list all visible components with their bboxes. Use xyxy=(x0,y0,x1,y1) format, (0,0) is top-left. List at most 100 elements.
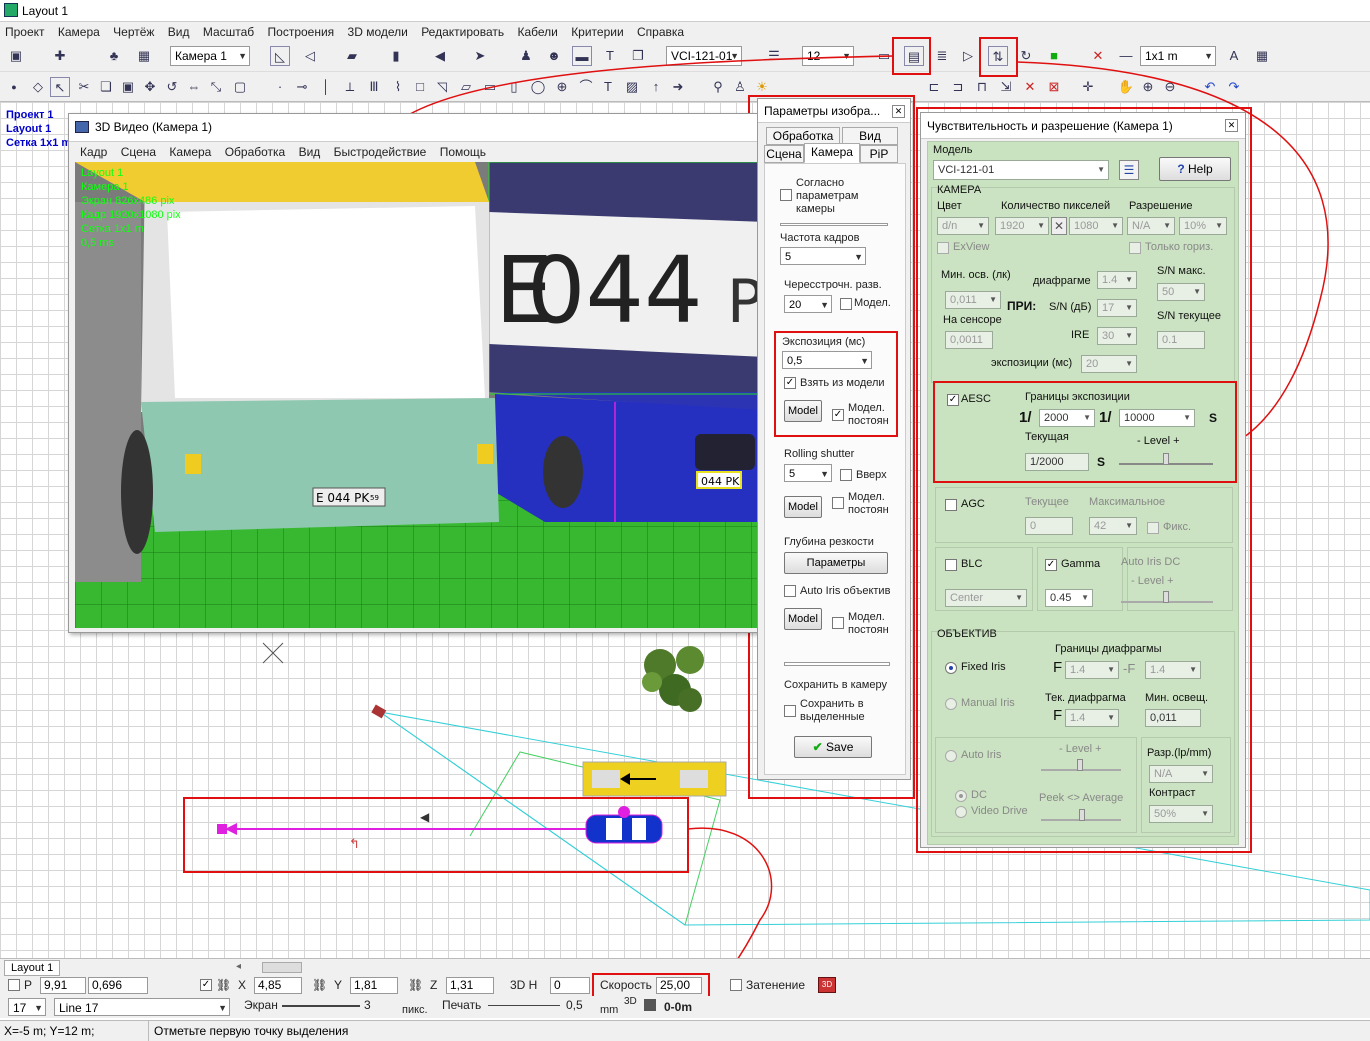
render-3d-icon[interactable]: 3D xyxy=(818,977,836,993)
help-button[interactable]: ? Help xyxy=(1159,157,1231,181)
fix-checkbox[interactable] xyxy=(1147,522,1159,534)
exp-max-select[interactable]: 10000 ▼ xyxy=(1119,409,1195,427)
horizontal-scrollbar[interactable] xyxy=(262,962,302,973)
aperture-select[interactable]: 1.4 ▼ xyxy=(1097,271,1137,289)
chain-icon[interactable]: ⛓ xyxy=(216,978,231,992)
ire-select[interactable]: 30 ▼ xyxy=(1097,327,1137,345)
video-menu-view[interactable]: Вид xyxy=(294,142,326,162)
dc-level-slider[interactable] xyxy=(1121,591,1213,603)
video-menu-help[interactable]: Помощь xyxy=(435,142,491,162)
manual-iris-radio[interactable] xyxy=(945,698,957,710)
gamma-checkbox[interactable]: ✓ xyxy=(1045,559,1057,571)
rolling-select[interactable]: 5 ▼ xyxy=(784,464,832,482)
h3d-input[interactable]: 0 xyxy=(550,977,590,994)
exposure-const-checkbox[interactable]: ✓ xyxy=(832,409,844,421)
model-select[interactable]: VCI-121-01 ▼ xyxy=(933,160,1109,180)
tab-camera[interactable]: Камера xyxy=(804,143,860,163)
sn-max-select[interactable]: 50 ▼ xyxy=(1157,283,1205,301)
rolling-model-button[interactable]: Model xyxy=(784,496,822,518)
render-viewport[interactable]: E 044 P 044 PK E 044 PK 59 Layout 1 Каме… xyxy=(75,162,765,628)
interlace-model-checkbox[interactable] xyxy=(840,298,852,310)
save-button[interactable]: ✔ Save xyxy=(794,736,872,758)
dof-params-button[interactable]: Параметры xyxy=(784,552,888,574)
camera-marker[interactable] xyxy=(371,704,387,719)
px-width-select[interactable]: 1920 ▼ xyxy=(995,217,1049,235)
contrast-select[interactable]: 50% ▼ xyxy=(1149,805,1213,823)
video-drive-radio[interactable] xyxy=(955,806,967,818)
sn-db-select[interactable]: 17 ▼ xyxy=(1097,299,1137,317)
car-rotate-handle[interactable] xyxy=(618,806,630,818)
slider-knob[interactable] xyxy=(1163,453,1169,465)
exp-select[interactable]: 20 ▼ xyxy=(1081,355,1137,373)
exp-min-select[interactable]: 2000 ▼ xyxy=(1039,409,1095,427)
tab-layout[interactable]: Layout 1 xyxy=(4,960,61,976)
min-illum-select[interactable]: 0,011 ▼ xyxy=(945,291,1001,309)
slider-knob[interactable] xyxy=(1077,759,1083,771)
chain-icon[interactable]: ⛓ xyxy=(408,978,423,992)
auto-iris-radio[interactable] xyxy=(945,750,957,762)
auto-iris-level-slider[interactable] xyxy=(1041,759,1121,771)
line-select[interactable]: Line 17 ▼ xyxy=(54,998,230,1016)
slider-knob[interactable] xyxy=(1079,809,1085,821)
p-checkbox[interactable] xyxy=(8,979,20,991)
tab-scene[interactable]: Сцена xyxy=(764,145,804,163)
res-pct-select[interactable]: 10% ▼ xyxy=(1179,217,1227,235)
ap-min-select[interactable]: 1.4 ▼ xyxy=(1065,661,1119,679)
link-size-icon[interactable]: ✕ xyxy=(1051,217,1067,235)
link-checkbox[interactable]: ✓ xyxy=(200,979,212,991)
fps-select[interactable]: 5 ▼ xyxy=(780,247,866,265)
rolling-const-checkbox[interactable] xyxy=(832,497,844,509)
shade-checkbox[interactable] xyxy=(730,979,742,991)
slider-knob[interactable] xyxy=(1163,591,1169,603)
interlace-select[interactable]: 20 ▼ xyxy=(784,295,832,313)
chain-icon[interactable]: ⛓ xyxy=(312,978,327,992)
x-input[interactable]: 4,85 xyxy=(254,977,302,994)
ap-max-select[interactable]: 1.4 ▼ xyxy=(1145,661,1201,679)
p2-input[interactable]: 0,696 xyxy=(88,977,148,994)
aesc-checkbox[interactable]: ✓ xyxy=(947,394,959,406)
agc-max-select[interactable]: 42 ▼ xyxy=(1089,517,1137,535)
agc-checkbox[interactable] xyxy=(945,499,957,511)
speed-input[interactable]: 25,00 xyxy=(656,977,702,994)
peek-avg-slider[interactable] xyxy=(1041,809,1121,821)
color-swatch[interactable] xyxy=(644,999,656,1011)
y-input[interactable]: 1,81 xyxy=(350,977,398,994)
res-lp-select[interactable]: N/A ▼ xyxy=(1149,765,1213,783)
take-from-model-checkbox[interactable]: ✓ xyxy=(784,377,796,389)
close-icon[interactable]: ✕ xyxy=(1225,119,1238,132)
iris-model-button[interactable]: Model xyxy=(784,608,822,630)
cur-ap-select[interactable]: 1.4 ▼ xyxy=(1065,709,1119,727)
list-icon[interactable]: ☰ xyxy=(1119,160,1139,180)
exposure-model-button[interactable]: Model xyxy=(784,400,822,422)
video-menu-camera[interactable]: Камера xyxy=(164,142,216,162)
gamma-select[interactable]: 0.45 ▼ xyxy=(1045,589,1093,607)
save-selected-checkbox[interactable] xyxy=(784,705,796,717)
video-menu-frame[interactable]: Кадр xyxy=(75,142,112,162)
only-horiz-checkbox[interactable] xyxy=(1129,242,1141,254)
line-number-select[interactable]: 17 ▼ xyxy=(8,998,46,1016)
iris-const-checkbox[interactable] xyxy=(832,617,844,629)
car-object[interactable] xyxy=(585,814,663,844)
z-input[interactable]: 1,31 xyxy=(446,977,494,994)
video-menu-scene[interactable]: Сцена xyxy=(116,142,161,162)
blc-select[interactable]: Center ▼ xyxy=(945,589,1027,607)
agree-checkbox[interactable] xyxy=(780,189,792,201)
level-slider[interactable] xyxy=(1119,453,1213,465)
color-select[interactable]: d/n ▼ xyxy=(937,217,989,235)
video-menu-processing[interactable]: Обработка xyxy=(220,142,291,162)
close-icon[interactable]: ✕ xyxy=(892,105,905,118)
scroll-left-icon[interactable]: ◂ xyxy=(236,961,241,972)
video-menu-performance[interactable]: Быстродействие xyxy=(329,142,432,162)
up-checkbox[interactable] xyxy=(840,469,852,481)
px-height-select[interactable]: 1080 ▼ xyxy=(1069,217,1123,235)
p1-input[interactable]: 9,91 xyxy=(40,977,86,994)
tree-object[interactable] xyxy=(642,646,704,712)
res-select[interactable]: N/A ▼ xyxy=(1127,217,1175,235)
tab-pip[interactable]: PiP xyxy=(860,145,898,163)
blc-checkbox[interactable] xyxy=(945,559,957,571)
auto-iris-checkbox[interactable] xyxy=(784,585,796,597)
exposure-select[interactable]: 0,5 ▼ xyxy=(782,351,872,369)
exview-checkbox[interactable] xyxy=(937,242,949,254)
fixed-iris-radio[interactable] xyxy=(945,662,957,674)
dc-radio[interactable] xyxy=(955,790,967,802)
